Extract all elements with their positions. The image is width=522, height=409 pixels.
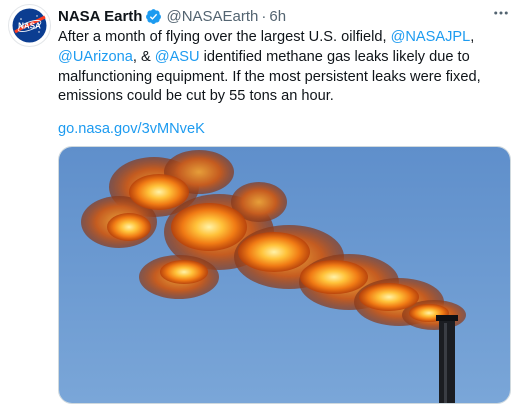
- more-options-icon: [494, 11, 508, 15]
- more-options-button[interactable]: [488, 2, 514, 24]
- mention-link[interactable]: @NASAJPL: [391, 29, 471, 45]
- author-handle[interactable]: @NASAEarth: [166, 8, 258, 25]
- nasa-logo-icon: NASA: [12, 8, 47, 43]
- tweet-text-part: After a month of flying over the largest…: [58, 29, 391, 45]
- timestamp[interactable]: 6h: [269, 8, 286, 25]
- gas-flare-photo: [59, 147, 510, 403]
- tweet-image[interactable]: [58, 146, 511, 404]
- avatar-label: NASA: [18, 22, 41, 31]
- header-separator: ·: [261, 7, 267, 25]
- tweet-text-part: , &: [132, 48, 155, 65]
- tweet[interactable]: NASA NASA Earth @NASAEarth · 6h After a …: [0, 0, 522, 409]
- verified-badge-icon: [146, 8, 162, 24]
- tweet-text: After a month of flying over the largest…: [58, 28, 510, 107]
- avatar[interactable]: NASA: [8, 4, 51, 47]
- tweet-text-part: ,: [470, 29, 475, 45]
- tweet-header: NASA Earth @NASAEarth · 6h: [58, 6, 482, 26]
- mention-link[interactable]: @ASU: [155, 49, 200, 65]
- author-name[interactable]: NASA Earth: [58, 8, 142, 25]
- external-link[interactable]: go.nasa.gov/3vMNveK: [58, 121, 205, 137]
- mention-link[interactable]: @UArizona: [58, 49, 133, 65]
